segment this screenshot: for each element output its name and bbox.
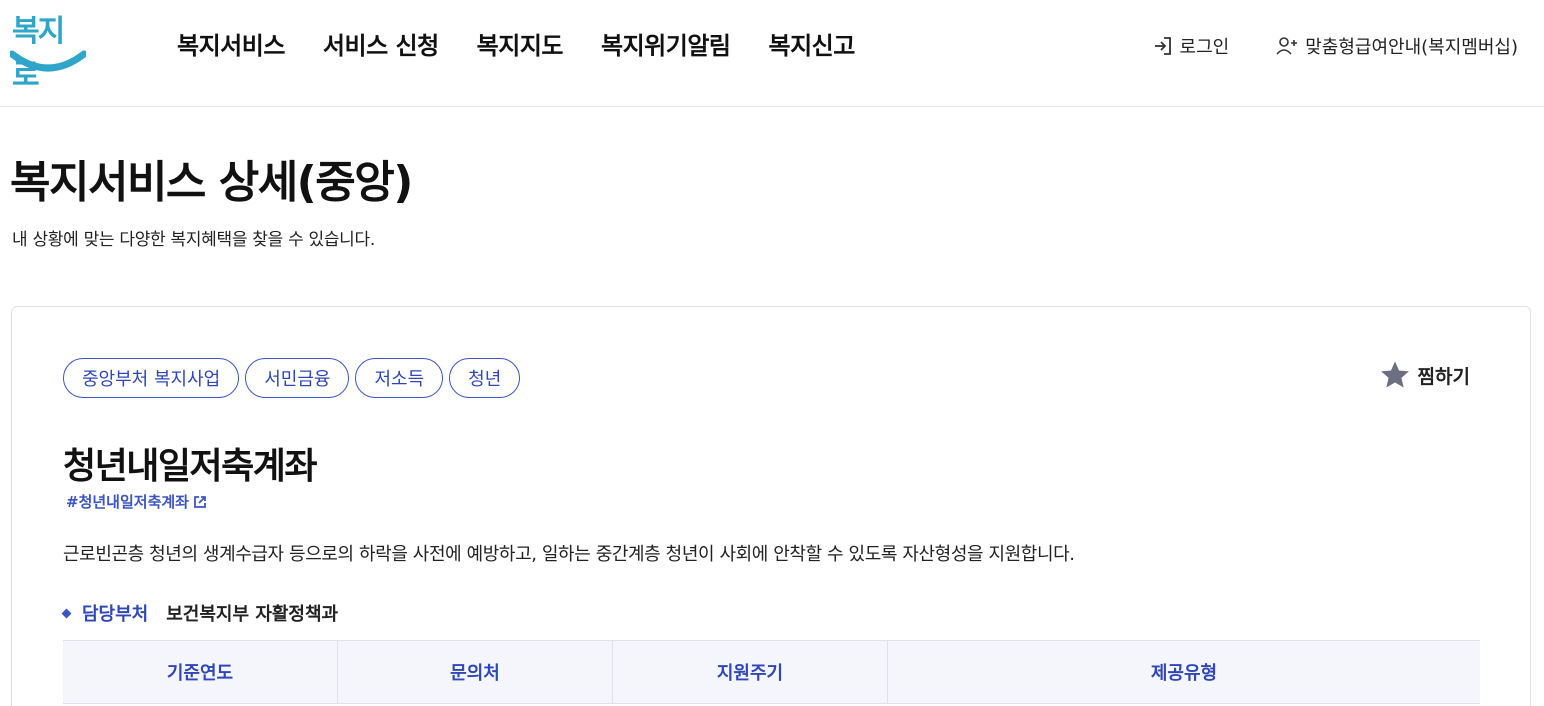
bokjiro-logo[interactable]: 복지로 bbox=[10, 4, 86, 93]
login-label: 로그인 bbox=[1179, 37, 1230, 58]
main-nav: 복지서비스 서비스 신청 복지지도 복지위기알림 복지신고 bbox=[177, 26, 855, 61]
membership-label: 맞춤형급여안내(복지멤버십) bbox=[1305, 37, 1518, 58]
diamond-bullet-icon bbox=[61, 608, 72, 618]
tag-low-income-finance[interactable]: 서민금융 bbox=[245, 358, 350, 398]
star-icon bbox=[1380, 361, 1409, 388]
login-button[interactable]: 로그인 bbox=[1152, 33, 1230, 59]
utility-menu: 로그인 맞춤형급여안내(복지멤버십) bbox=[1152, 33, 1518, 59]
favorite-button[interactable]: 찜하기 bbox=[1378, 359, 1470, 391]
login-icon bbox=[1154, 37, 1171, 55]
service-hashtag-link[interactable]: #청년내일저축계좌 bbox=[66, 491, 207, 512]
service-name: 청년내일저축계좌 bbox=[63, 446, 317, 487]
tag-central-ministry[interactable]: 중앙부처 복지사업 bbox=[63, 358, 240, 398]
external-link-icon bbox=[194, 495, 206, 508]
service-info-table: 기준연도 문의처 지원주기 제공유형 bbox=[63, 640, 1480, 704]
user-plus-icon bbox=[1276, 37, 1298, 55]
nav-welfare-crisis-alert[interactable]: 복지위기알림 bbox=[601, 26, 731, 61]
department-row: 담당부처 보건복지부 자활정책과 bbox=[61, 600, 339, 626]
table-header-base-year: 기준연도 bbox=[63, 641, 338, 703]
department-value: 보건복지부 자활정책과 bbox=[166, 604, 339, 625]
service-detail-card: 중앙부처 복지사업 서민금융 저소득 청년 찜하기 청년내일저축계좌 #청년내일… bbox=[11, 306, 1531, 706]
site-header: 복지로 복지서비스 서비스 신청 복지지도 복지위기알림 복지신고 로그인 맞춤 bbox=[0, 0, 1544, 107]
favorite-label: 찜하기 bbox=[1417, 365, 1470, 388]
nav-service-application[interactable]: 서비스 신청 bbox=[323, 26, 439, 61]
table-header-support-cycle: 지원주기 bbox=[613, 641, 888, 703]
page-title: 복지서비스 상세(중앙) bbox=[10, 157, 413, 208]
service-hashtag: #청년내일저축계좌 bbox=[66, 493, 189, 511]
service-tags: 중앙부처 복지사업 서민금융 저소득 청년 bbox=[63, 358, 521, 398]
tag-low-income[interactable]: 저소득 bbox=[355, 358, 444, 398]
nav-welfare-map[interactable]: 복지지도 bbox=[477, 26, 564, 61]
nav-welfare-services[interactable]: 복지서비스 bbox=[177, 26, 285, 61]
membership-button[interactable]: 맞춤형급여안내(복지멤버십) bbox=[1275, 33, 1518, 59]
page-description: 내 상황에 맞는 다양한 복지혜택을 찾을 수 있습니다. bbox=[12, 230, 375, 250]
logo-smile-icon bbox=[10, 50, 86, 72]
tag-youth[interactable]: 청년 bbox=[449, 358, 521, 398]
service-summary: 근로빈곤층 청년의 생계수급자 등으로의 하락을 사전에 예방하고, 일하는 중… bbox=[63, 544, 1075, 565]
nav-welfare-report[interactable]: 복지신고 bbox=[768, 26, 855, 61]
table-header-contact: 문의처 bbox=[338, 641, 613, 703]
department-label: 담당부처 bbox=[82, 604, 149, 625]
table-header-provision-type: 제공유형 bbox=[1150, 663, 1218, 684]
